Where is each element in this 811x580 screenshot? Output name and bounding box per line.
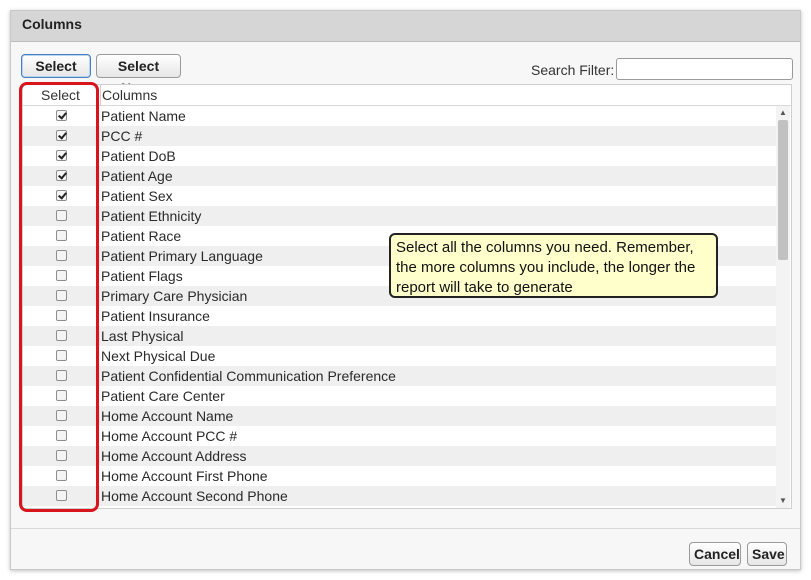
column-label: Home Account Address (101, 448, 247, 464)
column-label: Patient Confidential Communication Prefe… (101, 368, 396, 384)
table-row[interactable]: Home Account Address (23, 446, 777, 466)
table-row[interactable]: Patient Care Center (23, 386, 777, 406)
column-label: Home Account Name (101, 408, 234, 424)
table-row[interactable]: Patient Sex (23, 186, 777, 206)
grid-rows: Patient Name PCC # Patient DoB Patient Age P… (23, 106, 777, 508)
column-label: Patient Race (101, 228, 182, 244)
table-row[interactable]: Last Physical (23, 326, 777, 346)
scroll-thumb[interactable] (778, 120, 788, 260)
table-row[interactable]: Patient Insurance (23, 306, 777, 326)
table-row[interactable]: Home Account PCC # (23, 426, 777, 446)
column-label: Patient Name (101, 108, 186, 124)
table-row[interactable]: Next Physical Due (23, 346, 777, 366)
table-row[interactable]: Patient Age (23, 166, 777, 186)
grid-scrollbar[interactable]: ▲ ▼ (776, 106, 790, 508)
header-columns: Columns (102, 87, 158, 103)
column-label: Home Account Second Phone (101, 488, 288, 504)
column-label: Patient Sex (101, 188, 173, 204)
table-row[interactable]: PCC # (23, 126, 777, 146)
table-row[interactable]: Home Account Name (23, 406, 777, 426)
table-row[interactable]: Patient Name (23, 106, 777, 126)
table-row[interactable]: Patient Confidential Communication Prefe… (23, 366, 777, 386)
cancel-button[interactable]: Cancel (689, 542, 741, 566)
search-filter-input[interactable] (616, 58, 793, 80)
footer-divider (11, 528, 800, 529)
column-label: Patient Insurance (101, 308, 210, 324)
table-row[interactable]: Patient Ethnicity (23, 206, 777, 226)
column-label: Patient Ethnicity (101, 208, 202, 224)
column-label: Patient Primary Language (101, 248, 263, 264)
scroll-up-icon[interactable]: ▲ (776, 106, 790, 120)
column-label: PCC # (101, 128, 143, 144)
save-button[interactable]: Save (747, 542, 787, 566)
select-none-button[interactable]: Select None (96, 54, 181, 96)
column-label: Patient Age (101, 168, 173, 184)
table-row[interactable]: Home Account Second Phone (23, 486, 777, 506)
column-label: Patient DoB (101, 148, 176, 164)
search-filter-label: Search Filter: (531, 62, 615, 78)
grid-header: Select Columns (23, 85, 791, 106)
column-label: Patient Care Center (101, 388, 225, 404)
scroll-down-icon[interactable]: ▼ (776, 494, 790, 508)
column-label: Last Physical (101, 328, 184, 344)
column-label: Primary Care Physician (101, 288, 248, 304)
dialog-titlebar: Columns (11, 11, 800, 42)
table-row[interactable]: Home Account First Phone (23, 466, 777, 486)
dialog-title: Columns (22, 16, 82, 32)
select-all-button[interactable]: Select All (21, 54, 91, 96)
column-label: Home Account PCC # (101, 428, 238, 444)
select-column-highlight (19, 82, 99, 512)
column-label: Patient Flags (101, 268, 183, 284)
table-row[interactable]: Patient DoB (23, 146, 777, 166)
instruction-callout: Select all the columns you need. Remembe… (389, 233, 718, 298)
header-divider (100, 85, 101, 105)
column-label: Next Physical Due (101, 348, 216, 364)
column-label: Home Account First Phone (101, 468, 268, 484)
